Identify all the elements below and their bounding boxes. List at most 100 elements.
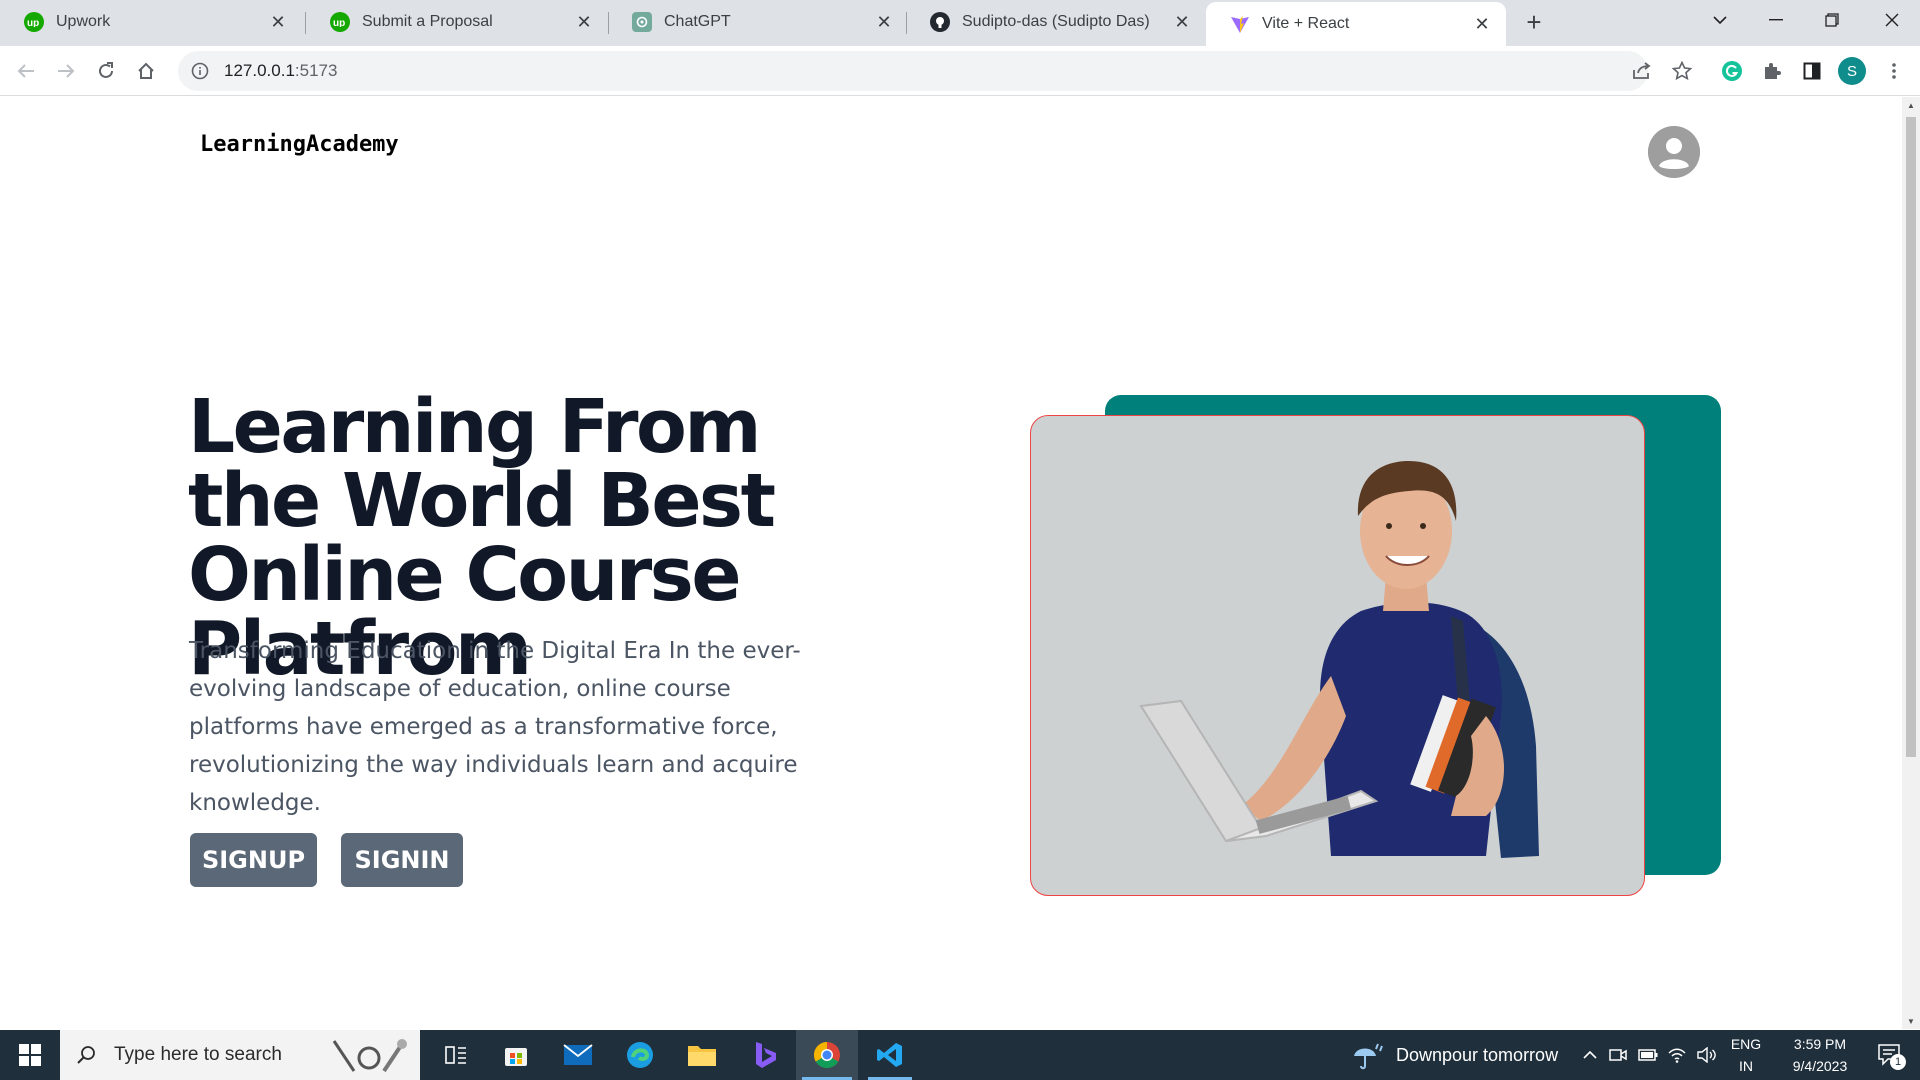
scrollbar-thumb[interactable]	[1906, 117, 1916, 757]
brand-logo[interactable]: LearningAcademy	[200, 132, 399, 157]
close-icon[interactable]: ✕	[1172, 12, 1192, 32]
clock-date: 9/4/2023	[1792, 1058, 1848, 1074]
tab-upwork[interactable]: up Upwork ✕	[0, 0, 302, 44]
battery-icon	[1638, 1049, 1658, 1061]
bookmark-button[interactable]	[1666, 55, 1698, 87]
folder-icon	[688, 1046, 716, 1066]
tab-submit-proposal[interactable]: up Submit a Proposal ✕	[306, 0, 608, 44]
bing-icon	[756, 1042, 776, 1068]
doctor-tools-icon	[332, 1039, 407, 1073]
microsoft-store-button[interactable]	[488, 1030, 544, 1080]
home-button[interactable]	[130, 55, 162, 87]
info-icon[interactable]	[190, 61, 210, 81]
show-hidden-icons-button[interactable]	[1578, 1030, 1602, 1080]
battery-button[interactable]	[1636, 1030, 1660, 1080]
vite-icon	[1230, 14, 1250, 34]
address-bar[interactable]: 127.0.0.1:5173	[178, 51, 1648, 91]
share-button[interactable]	[1626, 55, 1658, 87]
scroll-down-arrow-icon[interactable]: ▼	[1902, 1013, 1920, 1029]
share-icon	[1633, 62, 1651, 79]
copilot-button[interactable]	[736, 1030, 792, 1080]
tab-vite-react[interactable]: Vite + React ✕	[1206, 2, 1506, 46]
page-scrollbar[interactable]: ▲ ▼	[1902, 97, 1920, 1029]
home-icon	[138, 62, 154, 79]
file-explorer-button[interactable]	[674, 1030, 730, 1080]
store-icon	[505, 1048, 527, 1066]
windows-taskbar: Type here to search Downpour tomorrow EN…	[0, 1030, 1920, 1080]
close-window-button[interactable]	[1864, 0, 1920, 40]
browser-toolbar: 127.0.0.1:5173 S	[0, 46, 1920, 96]
side-panel-button[interactable]	[1796, 55, 1828, 87]
wifi-icon	[1668, 1048, 1686, 1063]
tab-title: Upwork	[56, 13, 111, 30]
weather-widget[interactable]: Downpour tomorrow	[1352, 1030, 1558, 1080]
chevron-down-icon	[1713, 16, 1727, 25]
restore-button[interactable]	[1804, 0, 1860, 40]
student-photo	[1139, 461, 1539, 858]
clock[interactable]: 3:59 PM 9/4/2023	[1772, 1030, 1868, 1080]
arrow-right-icon	[58, 64, 75, 78]
chevron-up-icon	[1583, 1050, 1597, 1059]
close-icon[interactable]: ✕	[574, 12, 594, 32]
tab-title: ChatGPT	[664, 13, 731, 30]
profile-avatar: S	[1838, 57, 1866, 85]
close-icon[interactable]: ✕	[874, 12, 894, 32]
meet-now-button[interactable]	[1606, 1030, 1630, 1080]
tab-github[interactable]: Sudipto-das (Sudipto Das) ✕	[906, 0, 1206, 44]
upwork-icon: up	[330, 12, 350, 32]
clock-time: 3:59 PM	[1793, 1036, 1847, 1052]
notifications-button[interactable]: 1	[1870, 1030, 1910, 1080]
profile-button[interactable]: S	[1836, 55, 1868, 87]
hero-image	[1030, 415, 1645, 896]
puzzle-icon	[1765, 63, 1781, 79]
grammarly-extension[interactable]	[1716, 55, 1748, 87]
url-host: 127.0.0.1	[224, 61, 295, 80]
volume-button[interactable]	[1694, 1030, 1720, 1080]
close-icon	[1885, 13, 1899, 27]
forward-button[interactable]	[50, 55, 82, 87]
language-indicator[interactable]: ENG IN	[1724, 1030, 1768, 1080]
signup-button[interactable]: SIGNUP	[190, 833, 317, 887]
minimize-button[interactable]	[1748, 0, 1804, 40]
chatgpt-icon	[632, 12, 652, 32]
url-port: :5173	[294, 61, 338, 80]
rain-umbrella-icon	[1354, 1043, 1383, 1070]
close-icon[interactable]: ✕	[268, 12, 288, 32]
back-button[interactable]	[10, 55, 42, 87]
tab-title: Sudipto-das (Sudipto Das)	[962, 13, 1150, 30]
restore-icon	[1825, 13, 1839, 27]
star-icon	[1672, 61, 1692, 81]
browser-tab-strip: up Upwork ✕ up Submit a Proposal ✕ ChatG…	[0, 0, 1920, 46]
edge-button[interactable]	[612, 1030, 668, 1080]
new-tab-button[interactable]: +	[1518, 6, 1550, 38]
task-view-icon	[445, 1046, 466, 1064]
signin-button[interactable]: SIGNIN	[341, 833, 463, 887]
upwork-icon: up	[24, 12, 44, 32]
vscode-button[interactable]	[862, 1030, 918, 1080]
user-icon	[1648, 126, 1700, 178]
close-icon[interactable]: ✕	[1472, 14, 1492, 34]
vscode-icon	[877, 1043, 902, 1067]
user-avatar[interactable]	[1648, 126, 1700, 178]
mail-button[interactable]	[550, 1030, 606, 1080]
reload-button[interactable]	[90, 55, 122, 87]
page-viewport: LearningAcademy Learning From the World …	[0, 97, 1902, 1029]
chrome-button[interactable]	[796, 1030, 858, 1080]
url-text[interactable]: 127.0.0.1:5173	[224, 61, 337, 81]
task-view-button[interactable]	[428, 1030, 484, 1080]
tab-search-button[interactable]	[1692, 0, 1748, 40]
network-button[interactable]	[1664, 1030, 1690, 1080]
start-button[interactable]	[0, 1030, 60, 1080]
extensions-button[interactable]	[1756, 55, 1788, 87]
speaker-icon	[1697, 1047, 1716, 1063]
menu-button[interactable]	[1878, 55, 1910, 87]
tab-chatgpt[interactable]: ChatGPT ✕	[608, 0, 908, 44]
notification-count-badge: 1	[1890, 1054, 1906, 1070]
more-vertical-icon	[1892, 63, 1896, 79]
taskbar-search-box[interactable]: Type here to search	[60, 1030, 420, 1080]
minimize-icon	[1769, 19, 1783, 21]
github-icon	[930, 12, 950, 32]
mail-icon	[563, 1044, 593, 1065]
language-code: ENG	[1730, 1036, 1762, 1052]
scroll-up-arrow-icon[interactable]: ▲	[1902, 97, 1920, 113]
